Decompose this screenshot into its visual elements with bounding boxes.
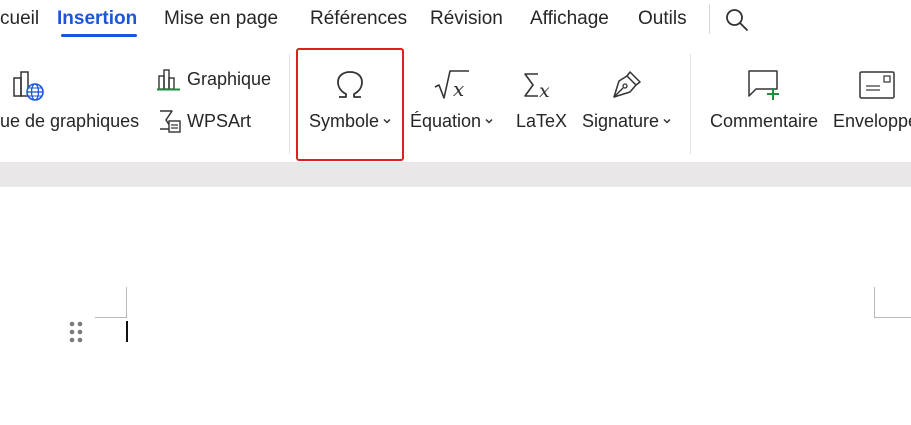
- ribbon-divider: [289, 54, 290, 154]
- latex-label: LaTeX: [516, 111, 568, 131]
- tab-accueil[interactable]: cueil: [0, 7, 39, 31]
- chevron-down-icon: [485, 118, 493, 124]
- commentaire-button[interactable]: Commentaire: [704, 64, 822, 136]
- sigma-x-icon: x: [524, 73, 550, 102]
- wpsart-label: WPSArt: [187, 111, 252, 131]
- svg-text:x: x: [453, 77, 464, 101]
- symbole-highlight-box: [296, 48, 404, 161]
- latex-button[interactable]: x LaTeX: [510, 64, 572, 136]
- text-cursor: [126, 321, 128, 342]
- ribbon-divider: [690, 54, 691, 154]
- pen-nib-icon: [613, 71, 641, 98]
- chart-gallery-label: ue de graphiques: [0, 111, 140, 131]
- drag-handle-icon[interactable]: [68, 320, 84, 344]
- commentaire-label: Commentaire: [710, 111, 819, 131]
- sqrt-x-icon: x: [434, 70, 469, 101]
- insert-ribbon: ue de graphiques Graphique WPSArt Symbol…: [0, 44, 911, 162]
- signature-button[interactable]: Signature: [578, 64, 678, 136]
- tab-insertion[interactable]: Insertion: [57, 7, 137, 31]
- tab-outils[interactable]: Outils: [638, 7, 687, 31]
- equation-label: Équation: [410, 110, 493, 132]
- chart-gallery-button[interactable]: ue de graphiques: [0, 64, 142, 134]
- equation-button[interactable]: x Équation: [406, 64, 498, 136]
- signature-label: Signature: [582, 110, 671, 132]
- tab-revision[interactable]: Révision: [430, 7, 503, 31]
- tab-references[interactable]: Références: [310, 7, 407, 31]
- active-tab-indicator: [61, 34, 137, 37]
- margin-corner-left: [95, 287, 127, 318]
- search-button[interactable]: [723, 6, 751, 34]
- ruler-band: [0, 162, 911, 187]
- bar-chart-icon: [157, 69, 180, 91]
- svg-text:x: x: [539, 80, 550, 102]
- comment-add-icon: [748, 70, 779, 100]
- enveloppe-label: Enveloppe: [833, 111, 911, 131]
- wpsart-button[interactable]: WPSArt: [154, 106, 274, 136]
- graphique-label: Graphique: [187, 69, 272, 89]
- tab-mise-en-page[interactable]: Mise en page: [164, 7, 278, 31]
- wpsart-icon: [160, 110, 181, 133]
- tab-affichage[interactable]: Affichage: [530, 7, 609, 31]
- margin-corner-right: [874, 287, 911, 318]
- envelope-icon: [859, 71, 895, 99]
- search-icon: [726, 9, 748, 31]
- chart-gallery-icon: [13, 71, 44, 101]
- enveloppe-button[interactable]: Enveloppe: [830, 64, 911, 136]
- graphique-button[interactable]: Graphique: [154, 64, 274, 94]
- chevron-down-icon: [663, 118, 671, 124]
- tab-divider: [709, 4, 710, 34]
- menu-tab-bar: cueil Insertion Mise en page Références …: [0, 0, 911, 40]
- document-canvas[interactable]: [0, 187, 911, 425]
